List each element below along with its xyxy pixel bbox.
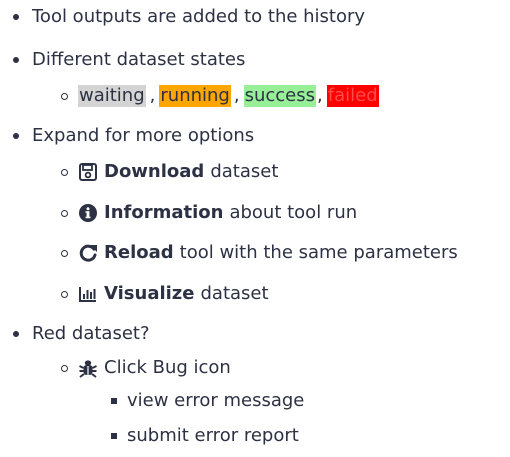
bug-text: Click Bug icon <box>104 357 231 378</box>
bug-icon <box>78 358 98 378</box>
bullet-circle <box>61 169 68 176</box>
bullet-square <box>111 433 117 439</box>
info-circle-icon <box>78 203 98 223</box>
redo-icon <box>78 243 98 263</box>
bullet-disc <box>13 331 19 337</box>
list-item-text: submit error report <box>127 425 299 446</box>
state-failed-badge: failed <box>326 85 379 107</box>
slide-content: Tool outputs are added to the history Di… <box>0 0 510 457</box>
visualize-label: Visualize <box>104 283 195 304</box>
state-success-badge: success <box>243 85 317 107</box>
floppy-disk-icon <box>78 162 98 182</box>
bullet-circle <box>61 210 68 217</box>
reload-text: tool with the same parameters <box>179 242 458 263</box>
state-waiting-badge: waiting <box>78 85 146 107</box>
separator: , <box>149 85 156 106</box>
bullet-circle <box>61 365 68 372</box>
information-label: Information <box>104 202 224 223</box>
bar-chart-icon <box>78 284 98 304</box>
bullet-square <box>111 398 117 404</box>
download-label: Download <box>104 161 205 182</box>
visualize-text: dataset <box>200 283 269 304</box>
bullet-circle <box>61 93 68 100</box>
list-item-text: Expand for more options <box>32 125 255 146</box>
state-list: waiting , running , success , failed <box>78 83 379 109</box>
information-text: about tool run <box>229 202 358 223</box>
bullet-circle <box>61 291 68 298</box>
list-item-text: Tool outputs are added to the history <box>32 6 366 27</box>
list-item-text: Different dataset states <box>32 49 246 70</box>
state-running-badge: running <box>159 85 231 107</box>
bullet-disc <box>13 133 19 139</box>
download-text: dataset <box>210 161 279 182</box>
list-item-text: view error message <box>127 390 305 411</box>
separator: , <box>317 85 323 106</box>
list-item-text: Red dataset? <box>32 323 150 344</box>
separator: , <box>233 85 240 106</box>
reload-label: Reload <box>104 242 174 263</box>
bullet-disc <box>13 57 19 63</box>
bullet-disc <box>13 14 19 20</box>
bullet-circle <box>61 250 68 257</box>
